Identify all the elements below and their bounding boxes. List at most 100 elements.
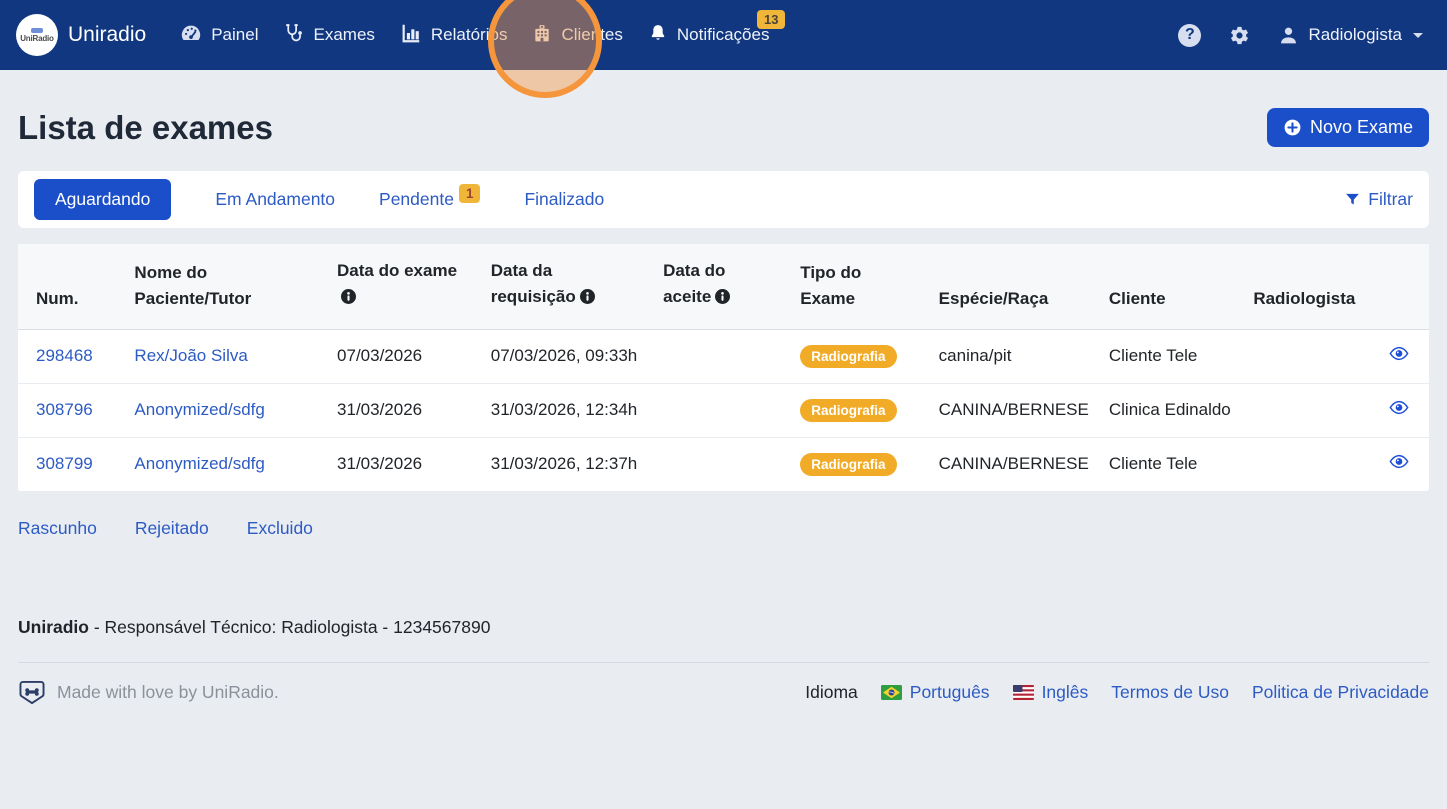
link-excluido[interactable]: Excluido xyxy=(247,518,313,539)
made-with-love: Made with love by UniRadio. xyxy=(18,680,279,705)
table-row: 298468 Rex/João Silva 07/03/2026 07/03/2… xyxy=(18,329,1429,383)
filter-button[interactable]: Filtrar xyxy=(1344,189,1413,210)
exam-number-link[interactable]: 308796 xyxy=(36,400,93,419)
col-num: Num. xyxy=(36,286,114,312)
link-rejeitado[interactable]: Rejeitado xyxy=(135,518,209,539)
person-icon xyxy=(1278,25,1299,46)
client: Cliente Tele xyxy=(1099,437,1243,491)
language-portugues-link: Português xyxy=(910,682,990,703)
stethoscope-icon xyxy=(283,22,304,49)
table-header-row: Num. Nome do Paciente/Tutor Data do exam… xyxy=(18,244,1429,329)
col-radiologist: Radiologista xyxy=(1253,286,1355,312)
exam-number-link[interactable]: 298468 xyxy=(36,346,93,365)
patient-link[interactable]: Anonymized/sdfg xyxy=(134,400,264,419)
tab-aguardando[interactable]: Aguardando xyxy=(34,179,171,220)
request-date: 31/03/2026, 12:37h xyxy=(481,437,653,491)
exam-date: 31/03/2026 xyxy=(327,383,481,437)
made-with-text: Made with love by UniRadio. xyxy=(57,682,279,703)
table-row: 308796 Anonymized/sdfg 31/03/2026 31/03/… xyxy=(18,383,1429,437)
nav-item-notificacoes[interactable]: Notificações 13 xyxy=(648,0,770,70)
secondary-status-links: Rascunho Rejeitado Excluido xyxy=(18,518,1429,539)
status-tabs: Aguardando Em Andamento Pendente1 Finali… xyxy=(18,171,1429,228)
eye-icon[interactable] xyxy=(1389,346,1409,365)
exam-table-card: Num. Nome do Paciente/Tutor Data do exam… xyxy=(18,244,1429,492)
exam-date: 07/03/2026 xyxy=(327,329,481,383)
nav-item-label: Relatórios xyxy=(431,25,508,45)
nav-item-label: Clientes xyxy=(561,25,622,45)
nav-item-painel[interactable]: Painel xyxy=(180,0,258,70)
nav-item-label: Exames xyxy=(313,25,374,45)
funnel-icon xyxy=(1344,191,1361,208)
info-circle-icon[interactable] xyxy=(580,286,595,312)
brazil-flag-icon xyxy=(881,685,902,700)
col-request-date: Data da requisição xyxy=(491,261,576,306)
bar-chart-icon xyxy=(400,22,422,49)
brand-name: Uniradio xyxy=(68,23,146,47)
gauge-icon xyxy=(180,22,202,49)
accept-date xyxy=(653,437,790,491)
language-ingles[interactable]: Inglês xyxy=(1013,682,1089,703)
bone-icon xyxy=(31,28,43,33)
col-species: Espécie/Raça xyxy=(939,286,1089,312)
page-title: Lista de exames xyxy=(18,109,273,147)
request-date: 31/03/2026, 12:34h xyxy=(481,383,653,437)
tab-finalizado[interactable]: Finalizado xyxy=(524,189,604,210)
logo-text: UniRadio xyxy=(20,34,54,43)
col-exam-type: Tipo do Exame xyxy=(800,260,870,313)
plus-circle-icon xyxy=(1283,118,1302,137)
language-ingles-link: Inglês xyxy=(1042,682,1089,703)
terms-of-use-link[interactable]: Termos de Uso xyxy=(1111,682,1229,703)
nav-item-relatorios[interactable]: Relatórios xyxy=(400,0,508,70)
chevron-down-icon xyxy=(1413,33,1423,38)
language-portugues[interactable]: Português xyxy=(881,682,990,703)
client: Clinica Edinaldo xyxy=(1099,383,1243,437)
exam-number-link[interactable]: 308799 xyxy=(36,454,93,473)
brand[interactable]: UniRadio Uniradio xyxy=(16,14,146,56)
eye-icon[interactable] xyxy=(1389,454,1409,473)
uniradio-logo: UniRadio xyxy=(16,14,58,56)
bone-tag-icon xyxy=(18,680,46,705)
patient-link[interactable]: Anonymized/sdfg xyxy=(134,454,264,473)
privacy-policy-link[interactable]: Politica de Privacidade xyxy=(1252,682,1429,703)
footer-technical-text: - Responsável Técnico: Radiologista - 12… xyxy=(89,617,490,637)
top-navbar: UniRadio Uniradio Painel Exames Relatóri… xyxy=(0,0,1447,70)
hospital-icon xyxy=(532,22,552,49)
exam-type-badge: Radiografia xyxy=(800,399,896,422)
user-label: Radiologista xyxy=(1308,25,1402,45)
species: CANINA/BERNESE xyxy=(929,437,1099,491)
client: Cliente Tele xyxy=(1099,329,1243,383)
col-exam-date: Data do exame xyxy=(337,261,457,280)
tab-pendente[interactable]: Pendente1 xyxy=(379,189,480,210)
nav-item-clientes[interactable]: Clientes xyxy=(532,0,622,70)
species: CANINA/BERNESE xyxy=(929,383,1099,437)
radiologist xyxy=(1243,437,1365,491)
nav-item-exames[interactable]: Exames xyxy=(283,0,374,70)
table-row: 308799 Anonymized/sdfg 31/03/2026 31/03/… xyxy=(18,437,1429,491)
notification-count-badge: 13 xyxy=(757,10,785,29)
accept-date xyxy=(653,329,790,383)
radiologist xyxy=(1243,383,1365,437)
new-exam-button[interactable]: Novo Exame xyxy=(1267,108,1429,147)
new-exam-button-label: Novo Exame xyxy=(1310,117,1413,138)
info-circle-icon[interactable] xyxy=(715,286,730,312)
exam-date: 31/03/2026 xyxy=(327,437,481,491)
language-label: Idioma xyxy=(805,682,858,703)
patient-link[interactable]: Rex/João Silva xyxy=(134,346,247,365)
nav-item-label: Painel xyxy=(211,25,258,45)
question-circle-icon[interactable]: ? xyxy=(1178,24,1201,47)
footer: Made with love by UniRadio. Idioma Portu… xyxy=(18,663,1429,722)
info-circle-icon[interactable] xyxy=(341,286,356,312)
user-dropdown[interactable]: Radiologista xyxy=(1278,25,1423,46)
bell-icon xyxy=(648,22,668,49)
exam-type-badge: Radiografia xyxy=(800,345,896,368)
footer-brand: Uniradio xyxy=(18,617,89,637)
tab-pendente-label: Pendente xyxy=(379,189,454,209)
tab-em-andamento[interactable]: Em Andamento xyxy=(215,189,335,210)
species: canina/pit xyxy=(929,329,1099,383)
accept-date xyxy=(653,383,790,437)
link-rascunho[interactable]: Rascunho xyxy=(18,518,97,539)
navbar-right: ? Radiologista xyxy=(1178,24,1423,47)
eye-icon[interactable] xyxy=(1389,400,1409,419)
exam-type-badge: Radiografia xyxy=(800,453,896,476)
gear-icon[interactable] xyxy=(1228,24,1251,47)
